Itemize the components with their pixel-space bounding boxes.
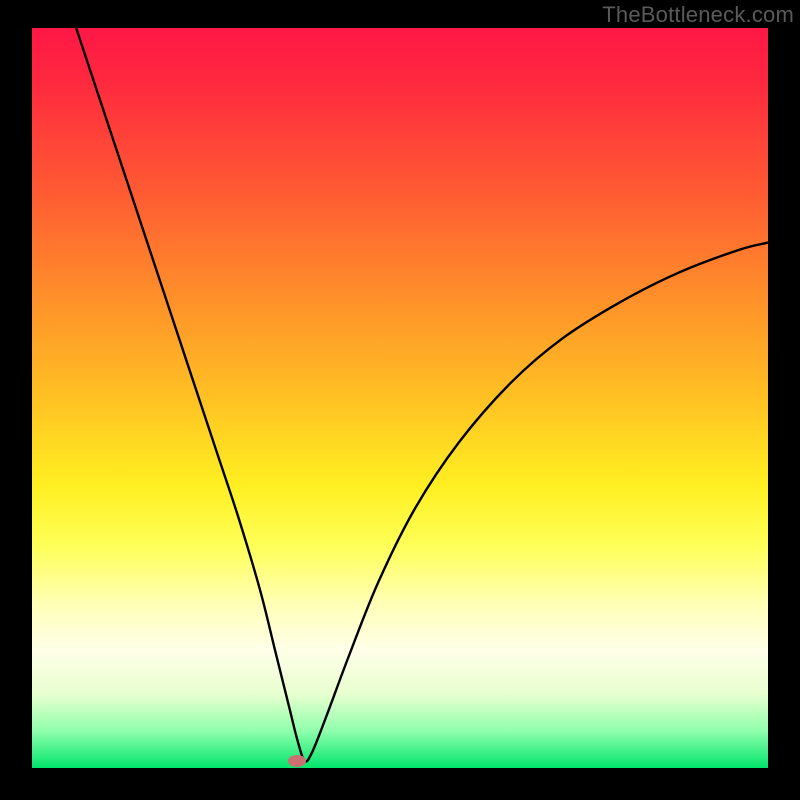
bottleneck-curve xyxy=(32,28,768,768)
watermark-text: TheBottleneck.com xyxy=(602,2,794,28)
chart-container: TheBottleneck.com xyxy=(0,0,800,800)
optimum-marker xyxy=(288,755,306,767)
curve-path xyxy=(76,28,768,762)
plot-area xyxy=(32,28,768,768)
